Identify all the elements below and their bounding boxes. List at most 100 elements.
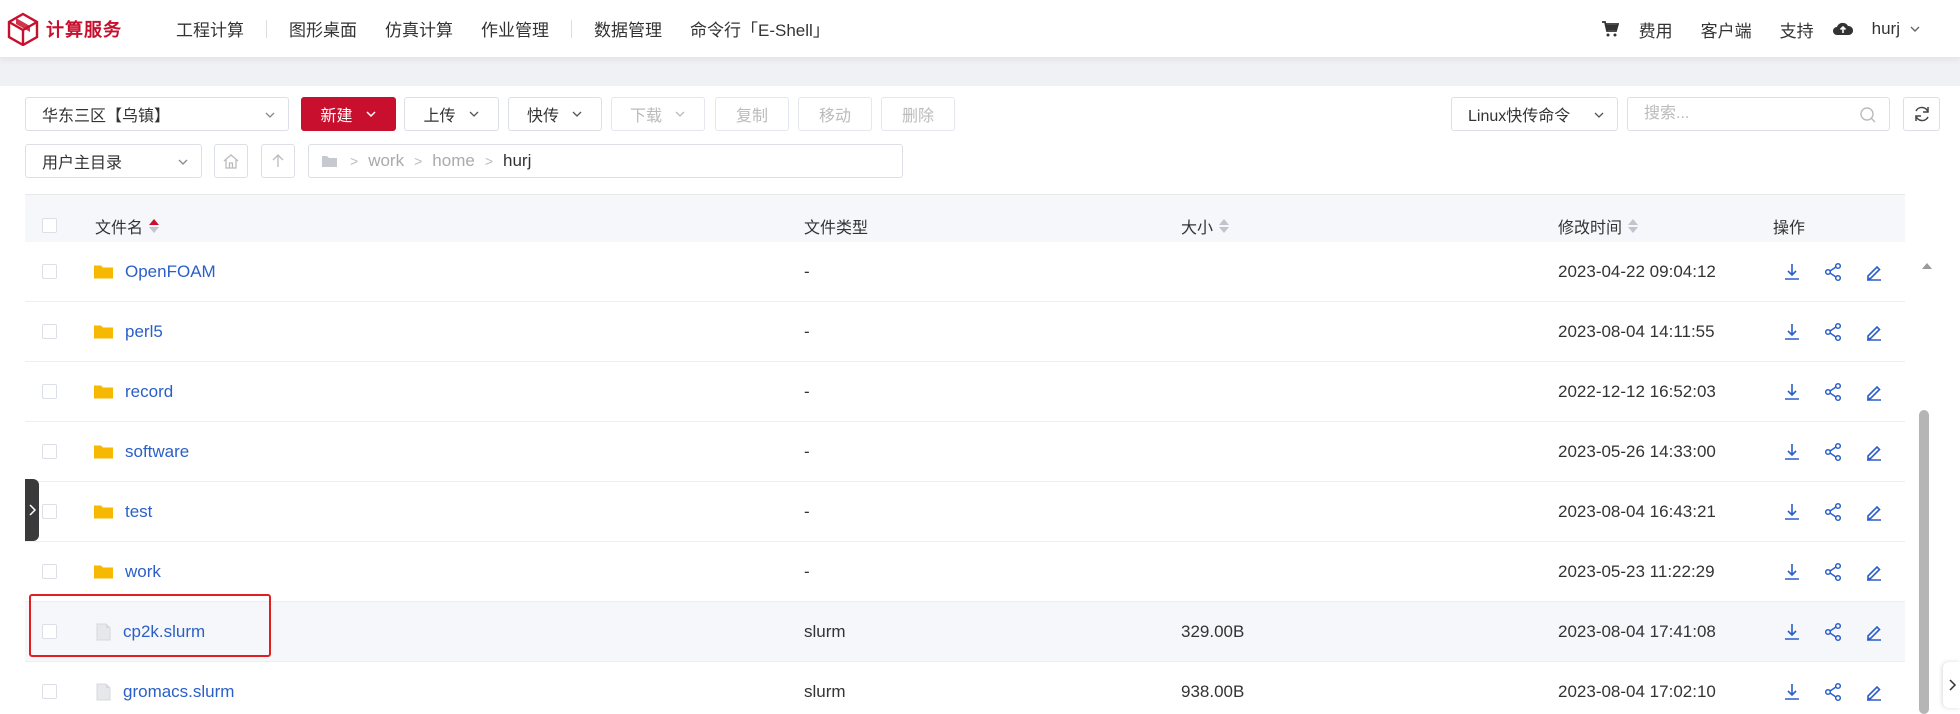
sort-icon[interactable] bbox=[1628, 218, 1639, 233]
table-row[interactable]: perl5 - 2023-08-04 14:11:55 bbox=[25, 302, 1905, 362]
download-icon[interactable] bbox=[1782, 562, 1802, 582]
file-type: - bbox=[804, 441, 810, 461]
file-type: slurm bbox=[804, 681, 846, 701]
file-name-link[interactable]: work bbox=[125, 562, 161, 582]
refresh-button[interactable] bbox=[1903, 97, 1940, 131]
table-row[interactable]: OpenFOAM - 2023-04-22 09:04:12 bbox=[25, 242, 1905, 302]
share-icon[interactable] bbox=[1823, 322, 1843, 342]
linux-command-select[interactable]: Linux快传命令 bbox=[1451, 97, 1618, 131]
download-icon[interactable] bbox=[1782, 682, 1802, 702]
file-name-link[interactable]: software bbox=[125, 442, 189, 462]
download-icon[interactable] bbox=[1782, 502, 1802, 522]
download-icon[interactable] bbox=[1782, 622, 1802, 642]
share-icon[interactable] bbox=[1823, 682, 1843, 702]
download-button[interactable]: 下载 bbox=[611, 97, 705, 131]
row-checkbox[interactable] bbox=[42, 264, 57, 279]
chevron-down-icon bbox=[1594, 112, 1604, 118]
edit-icon[interactable] bbox=[1864, 442, 1884, 462]
share-icon[interactable] bbox=[1823, 502, 1843, 522]
nav-e-shell[interactable]: 命令行「E-Shell」 bbox=[676, 16, 844, 41]
edit-icon[interactable] bbox=[1864, 502, 1884, 522]
row-checkbox[interactable] bbox=[42, 624, 57, 639]
file-type: - bbox=[804, 561, 810, 581]
row-checkbox[interactable] bbox=[42, 444, 57, 459]
share-icon[interactable] bbox=[1823, 442, 1843, 462]
breadcrumb-home[interactable]: home bbox=[422, 151, 485, 171]
file-name-link[interactable]: perl5 bbox=[125, 322, 163, 342]
file-mtime: 2023-05-23 11:22:29 bbox=[1558, 561, 1715, 581]
download-button-label: 下载 bbox=[629, 108, 662, 125]
row-checkbox[interactable] bbox=[42, 504, 57, 519]
sidebar-toggle[interactable] bbox=[25, 479, 39, 541]
sort-icon[interactable] bbox=[1219, 218, 1230, 233]
new-button[interactable]: 新建 bbox=[301, 97, 396, 131]
file-name-link[interactable]: OpenFOAM bbox=[125, 262, 216, 282]
download-icon[interactable] bbox=[1782, 442, 1802, 462]
cart-icon[interactable] bbox=[1599, 18, 1621, 40]
nav-client[interactable]: 客户端 bbox=[1687, 17, 1766, 42]
select-all-checkbox[interactable] bbox=[42, 218, 57, 233]
nav-simulation-compute[interactable]: 仿真计算 bbox=[371, 16, 467, 41]
chevron-down-icon[interactable] bbox=[1904, 18, 1926, 40]
breadcrumb-separator: > bbox=[350, 153, 359, 169]
file-name-link[interactable]: cp2k.slurm bbox=[123, 622, 205, 642]
share-icon[interactable] bbox=[1823, 622, 1843, 642]
edit-icon[interactable] bbox=[1864, 682, 1884, 702]
delete-button[interactable]: 删除 bbox=[881, 97, 955, 131]
nav-engineering-compute[interactable]: 工程计算 bbox=[162, 16, 258, 41]
row-checkbox[interactable] bbox=[42, 684, 57, 699]
nav-data-management[interactable]: 数据管理 bbox=[580, 16, 676, 41]
row-checkbox[interactable] bbox=[42, 564, 57, 579]
table-row[interactable]: software - 2023-05-26 14:33:00 bbox=[25, 422, 1905, 482]
up-level-button[interactable] bbox=[261, 144, 295, 178]
right-panel-toggle[interactable] bbox=[1943, 662, 1960, 708]
edit-icon[interactable] bbox=[1864, 562, 1884, 582]
nav-job-management[interactable]: 作业管理 bbox=[467, 16, 563, 41]
file-name-link[interactable]: gromacs.slurm bbox=[123, 682, 234, 702]
nav-support[interactable]: 支持 bbox=[1766, 17, 1828, 42]
download-icon[interactable] bbox=[1782, 322, 1802, 342]
region-select[interactable]: 华东三区【乌镇】 bbox=[25, 97, 289, 131]
table-row[interactable]: record - 2022-12-12 16:52:03 bbox=[25, 362, 1905, 422]
search-icon[interactable] bbox=[1859, 106, 1877, 124]
search-input[interactable] bbox=[1628, 98, 1889, 130]
table-row[interactable]: work - 2023-05-23 11:22:29 bbox=[25, 542, 1905, 602]
share-icon[interactable] bbox=[1823, 262, 1843, 282]
table-row[interactable]: gromacs.slurm slurm 938.00B 2023-08-04 1… bbox=[25, 662, 1905, 714]
edit-icon[interactable] bbox=[1864, 322, 1884, 342]
file-name-link[interactable]: test bbox=[125, 502, 152, 522]
nav-graphics-desktop[interactable]: 图形桌面 bbox=[275, 16, 371, 41]
row-checkbox[interactable] bbox=[42, 324, 57, 339]
root-directory-select[interactable]: 用户主目录 bbox=[25, 144, 202, 178]
search-box bbox=[1627, 97, 1890, 131]
download-icon[interactable] bbox=[1782, 262, 1802, 282]
nav-right: 费用 客户端 支持 hurj bbox=[1595, 0, 1960, 58]
table-scrollbar-thumb[interactable] bbox=[1919, 410, 1929, 714]
copy-button[interactable]: 复制 bbox=[715, 97, 789, 131]
share-icon[interactable] bbox=[1823, 382, 1843, 402]
fast-transfer-button[interactable]: 快传 bbox=[508, 97, 602, 131]
download-icon[interactable] bbox=[1782, 382, 1802, 402]
edit-icon[interactable] bbox=[1864, 622, 1884, 642]
row-checkbox[interactable] bbox=[42, 384, 57, 399]
brand-logo[interactable]: 计算服务 bbox=[6, 12, 156, 46]
table-row[interactable]: test - 2023-08-04 16:43:21 bbox=[25, 482, 1905, 542]
breadcrumb-hurj[interactable]: hurj bbox=[493, 151, 541, 171]
sort-icon[interactable] bbox=[149, 218, 160, 233]
nav-cost[interactable]: 费用 bbox=[1625, 17, 1687, 42]
scroll-up-arrow-icon[interactable] bbox=[1920, 260, 1934, 270]
main-nav: 工程计算 图形桌面 仿真计算 作业管理 数据管理 命令行「E-Shell」 bbox=[162, 16, 844, 41]
breadcrumb-work[interactable]: work bbox=[358, 151, 414, 171]
column-header-ops-label: 操作 bbox=[1773, 219, 1806, 237]
edit-icon[interactable] bbox=[1864, 262, 1884, 282]
cloud-upload-icon[interactable] bbox=[1832, 18, 1854, 40]
edit-icon[interactable] bbox=[1864, 382, 1884, 402]
home-button[interactable] bbox=[214, 144, 248, 178]
file-icon bbox=[96, 623, 111, 640]
file-name-link[interactable]: record bbox=[125, 382, 173, 402]
upload-button[interactable]: 上传 bbox=[404, 97, 499, 131]
breadcrumb: > work > home > hurj bbox=[308, 144, 903, 178]
share-icon[interactable] bbox=[1823, 562, 1843, 582]
table-row[interactable]: cp2k.slurm slurm 329.00B 2023-08-04 17:4… bbox=[25, 602, 1905, 662]
move-button[interactable]: 移动 bbox=[798, 97, 872, 131]
